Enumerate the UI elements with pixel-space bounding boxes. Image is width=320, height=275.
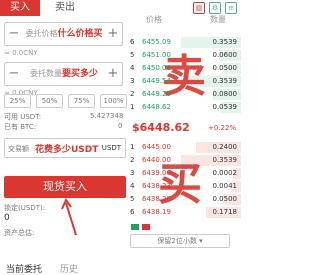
- row-price: 6448.62: [142, 103, 171, 111]
- price-annotation: 什么价格买: [57, 29, 103, 39]
- amount-annotation: 花费多少USDT: [35, 145, 99, 155]
- row-price: 6455.09: [142, 38, 171, 46]
- row-price: 6449.20: [142, 90, 171, 98]
- tab-current-orders[interactable]: 当前委托: [6, 262, 42, 275]
- row-index: 5: [130, 51, 135, 59]
- row-qty: 0.2400: [212, 143, 238, 151]
- qty-input[interactable]: 委托数量要买多少: [25, 63, 103, 85]
- pct-50-button[interactable]: 50%: [36, 94, 63, 108]
- precision-select[interactable]: 保留2位小数 ▾: [130, 234, 230, 248]
- row-qty: 0.0539: [212, 103, 238, 111]
- row-qty: 0.0500: [212, 195, 238, 203]
- tab-buy[interactable]: 买入: [0, 0, 40, 16]
- row-index: 1: [130, 103, 135, 111]
- row-price: 6450.00: [142, 64, 171, 72]
- price-cny-hint: ≈ 0.0CNY: [4, 49, 38, 57]
- row-index: 2: [130, 156, 135, 164]
- bought-label: 已有 BTC:: [4, 123, 37, 131]
- qty-stepper[interactable]: − 委托数量要买多少 +: [4, 62, 123, 86]
- available-value: 5.427348: [90, 112, 124, 120]
- amount-unit: USDT: [101, 144, 121, 152]
- row-index: 3: [130, 77, 135, 85]
- row-qty: 0.0600: [212, 51, 238, 59]
- row-qty: 0.0800: [212, 90, 238, 98]
- settings-icon[interactable]: ⚙: [209, 2, 221, 14]
- row-index: 3: [130, 169, 135, 177]
- amount-label: 交易额: [8, 145, 29, 153]
- depth-legend[interactable]: [131, 224, 150, 230]
- price-stepper[interactable]: − 委托价格什么价格买 +: [4, 22, 123, 46]
- chart-icon[interactable]: ▥: [193, 2, 205, 14]
- pct-75-button[interactable]: 75%: [68, 94, 95, 108]
- locked-value: 0: [4, 213, 10, 223]
- row-index: 1: [130, 143, 135, 151]
- row-qty: 0.1718: [212, 208, 238, 216]
- price-minus-button[interactable]: −: [5, 23, 23, 45]
- qty-plus-button[interactable]: +: [104, 63, 122, 85]
- row-qty: 0.3539: [212, 77, 238, 85]
- tab-sell[interactable]: 卖出: [55, 0, 75, 16]
- pct-100-button[interactable]: 100%: [100, 94, 127, 108]
- bought-value: 0: [118, 122, 123, 130]
- tab-history[interactable]: 历史: [60, 262, 78, 275]
- row-price: 6449.54: [142, 77, 171, 85]
- row-index: 4: [130, 64, 135, 72]
- row-price: 6440.00: [142, 156, 171, 164]
- mid-price: $6448.62: [132, 121, 190, 134]
- pct-25-button[interactable]: 25%: [4, 94, 31, 108]
- header-price: 价格: [146, 15, 162, 24]
- top-toolbar: ▥ ⚙ ≡: [193, 2, 237, 14]
- row-index: 4: [130, 182, 135, 190]
- mid-change: +0.22%: [208, 124, 237, 132]
- price-plus-button[interactable]: +: [104, 23, 122, 45]
- row-price: 6438.23: [142, 182, 171, 190]
- row-qty: 0.0002: [212, 169, 238, 177]
- row-qty: 0.3539: [212, 38, 238, 46]
- available-label: 可用 USDT:: [4, 113, 42, 121]
- row-price: 6451.00: [142, 51, 171, 59]
- row-price: 6438.20: [142, 195, 171, 203]
- qty-minus-button[interactable]: −: [5, 63, 23, 85]
- arrow-annotation-icon: [61, 197, 77, 236]
- qty-annotation: 要买多少: [61, 69, 98, 79]
- amount-field[interactable]: 交易额 花费多少USDT USDT: [4, 138, 126, 158]
- row-qty: 0.0041: [212, 182, 238, 190]
- row-price: 6439.00: [142, 169, 171, 177]
- row-qty: 0.0500: [212, 64, 238, 72]
- row-index: 6: [130, 38, 135, 46]
- row-index: 5: [130, 195, 135, 203]
- legend-ask-icon[interactable]: [131, 224, 139, 230]
- row-qty: 0.3539: [212, 156, 238, 164]
- menu-icon[interactable]: ≡: [225, 2, 237, 14]
- row-index: 6: [130, 208, 135, 216]
- buy-button[interactable]: 现货买入: [4, 176, 126, 198]
- legend-bid-icon[interactable]: [142, 224, 150, 230]
- row-price: 6445.00: [142, 143, 171, 151]
- header-qty: 数量: [210, 15, 226, 24]
- row-index: 2: [130, 90, 135, 98]
- price-input[interactable]: 委托价格什么价格买: [25, 23, 103, 45]
- locked-label: 锁定(USDT):: [4, 204, 46, 212]
- row-price: 6438.19: [142, 208, 171, 216]
- total-label: 资产总估:: [4, 229, 35, 237]
